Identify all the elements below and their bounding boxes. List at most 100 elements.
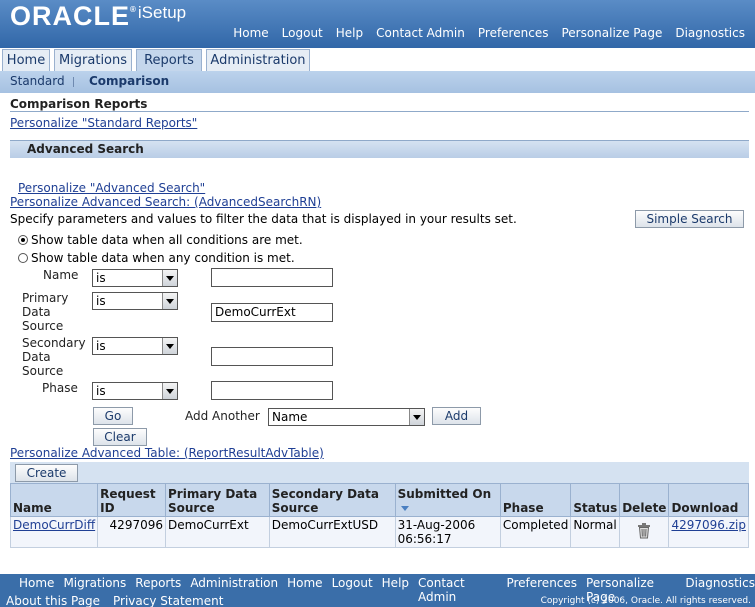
results-table: Name Request ID Primary Data Source Seco… (9, 483, 749, 548)
tab-administration[interactable]: Administration (206, 49, 310, 71)
value-input-secondary[interactable] (211, 347, 333, 366)
radio-all-conditions[interactable] (18, 235, 28, 245)
col-submitted-on[interactable]: Submitted On (394, 483, 501, 517)
personalize-table-link[interactable]: Personalize Advanced Table: (ReportResul… (10, 446, 324, 460)
global-link-preferences[interactable]: Preferences (478, 26, 549, 40)
brand-name: ORACLE (10, 1, 130, 31)
chevron-down-icon[interactable] (162, 338, 177, 354)
trash-icon[interactable] (637, 522, 651, 539)
criterion-label-primary-line2: Data (22, 305, 51, 319)
copyright-text: Copyright (c) 2006, Oracle. All rights r… (540, 596, 751, 606)
value-input-name[interactable] (211, 268, 333, 287)
radio-any-condition[interactable] (18, 253, 28, 263)
cell-secondary-data-source: DemoCurrExtUSD (268, 516, 396, 548)
criterion-label-primary-line1: Primary (22, 291, 69, 305)
privacy-statement-link[interactable]: Privacy Statement (113, 594, 223, 607)
operator-select-primary[interactable]: is (92, 292, 178, 310)
chevron-down-icon[interactable] (162, 383, 177, 399)
operator-select-name[interactable]: is (92, 269, 178, 287)
global-header: ORACLE®iSetup Home Logout Help Contact A… (0, 0, 755, 48)
footer-link-help[interactable]: Help (382, 576, 409, 604)
global-link-logout[interactable]: Logout (282, 26, 323, 40)
report-name-link[interactable]: DemoCurrDiff (13, 518, 95, 532)
criterion-label-name: Name (43, 268, 79, 282)
col-status[interactable]: Status (570, 483, 621, 517)
chevron-down-icon[interactable] (162, 293, 177, 309)
cell-submitted-on: 31-Aug-2006 06:56:17 (394, 516, 501, 548)
create-button[interactable]: Create (15, 464, 78, 482)
value-input-phase[interactable] (211, 381, 333, 400)
operator-select-secondary-value: is (96, 339, 106, 353)
cell-delete (619, 516, 670, 548)
table-toolbar: Create (10, 462, 749, 483)
tab-bar: Home Migrations Reports Administration (0, 48, 755, 71)
sub-navigation: Standard Comparison (0, 71, 755, 93)
global-link-home[interactable]: Home (233, 26, 268, 40)
sort-descending-icon[interactable] (400, 506, 409, 511)
operator-select-phase[interactable]: is (92, 382, 178, 400)
cell-name: DemoCurrDiff (9, 516, 99, 548)
cell-primary-data-source: DemoCurrExt (165, 516, 270, 548)
radio-all-conditions-label: Show table data when all conditions are … (31, 233, 303, 247)
col-name[interactable]: Name (9, 483, 99, 517)
tab-reports[interactable]: Reports (136, 49, 202, 71)
footer-link-logout[interactable]: Logout (332, 576, 373, 604)
page-title-divider (10, 111, 749, 112)
subtab-divider (73, 77, 74, 87)
global-link-diagnostics[interactable]: Diagnostics (675, 26, 745, 40)
value-input-primary[interactable]: DemoCurrExt (211, 303, 333, 322)
personalize-advanced-search-link[interactable]: Personalize "Advanced Search" (18, 181, 205, 195)
personalize-standard-reports-link[interactable]: Personalize "Standard Reports" (10, 116, 197, 130)
col-submitted-on-label: Submitted On (397, 487, 492, 501)
table-row: DemoCurrDiff 4297096 DemoCurrExt DemoCur… (9, 516, 749, 548)
chevron-down-icon[interactable] (409, 409, 424, 425)
trademark-icon: ® (130, 5, 137, 14)
subtab-standard[interactable]: Standard (10, 74, 65, 88)
tab-migrations[interactable]: Migrations (54, 49, 132, 71)
criterion-label-secondary-line3: Source (22, 364, 64, 378)
add-button[interactable]: Add (432, 407, 481, 425)
add-another-label: Add Another (185, 409, 260, 423)
personalize-advanced-search-rn-link[interactable]: Personalize Advanced Search: (AdvancedSe… (10, 195, 321, 209)
criterion-label-phase: Phase (42, 381, 78, 395)
criterion-label-primary-line3: Source (22, 319, 64, 333)
operator-select-name-value: is (96, 271, 106, 285)
criterion-label-secondary-line2: Data (22, 350, 51, 364)
col-delete[interactable]: Delete (619, 483, 670, 517)
subtab-comparison[interactable]: Comparison (89, 74, 169, 88)
cell-request-id: 4297096 (97, 516, 166, 548)
footer-link-contact-admin[interactable]: Contact Admin (418, 576, 497, 604)
footer: Home Migrations Reports Administration H… (0, 574, 755, 607)
page-title: Comparison Reports (10, 97, 148, 111)
operator-select-primary-value: is (96, 294, 106, 308)
radio-any-condition-label: Show table data when any condition is me… (31, 251, 295, 265)
cell-phase: Completed (499, 516, 572, 548)
download-link[interactable]: 4297096.zip (671, 518, 746, 532)
simple-search-button[interactable]: Simple Search (635, 210, 744, 228)
col-secondary-data-source[interactable]: Secondary Data Source (268, 483, 396, 517)
col-download[interactable]: Download (668, 483, 749, 517)
search-instructions: Specify parameters and values to filter … (10, 212, 517, 226)
criterion-label-secondary-line1: Secondary (22, 336, 86, 350)
add-another-select[interactable]: Name (268, 408, 425, 426)
about-page-link[interactable]: About this Page (6, 594, 100, 607)
tab-home[interactable]: Home (2, 49, 50, 71)
clear-button[interactable]: Clear (93, 428, 147, 446)
global-link-help[interactable]: Help (336, 26, 363, 40)
oracle-logo: ORACLE®iSetup (10, 1, 186, 32)
operator-select-phase-value: is (96, 384, 106, 398)
chevron-down-icon[interactable] (162, 270, 177, 286)
table-header-row: Name Request ID Primary Data Source Seco… (9, 483, 749, 517)
cell-status: Normal (570, 516, 621, 548)
add-another-select-value: Name (272, 410, 308, 424)
go-button[interactable]: Go (93, 407, 133, 425)
col-phase[interactable]: Phase (499, 483, 572, 517)
operator-select-secondary[interactable]: is (92, 337, 178, 355)
global-link-contact-admin[interactable]: Contact Admin (376, 26, 465, 40)
col-primary-data-source[interactable]: Primary Data Source (165, 483, 270, 517)
col-request-id[interactable]: Request ID (97, 483, 166, 517)
footer-link-home-2[interactable]: Home (287, 576, 322, 604)
global-link-personalize-page[interactable]: Personalize Page (561, 26, 662, 40)
cell-download: 4297096.zip (668, 516, 749, 548)
global-links: Home Logout Help Contact Admin Preferenc… (233, 26, 745, 40)
